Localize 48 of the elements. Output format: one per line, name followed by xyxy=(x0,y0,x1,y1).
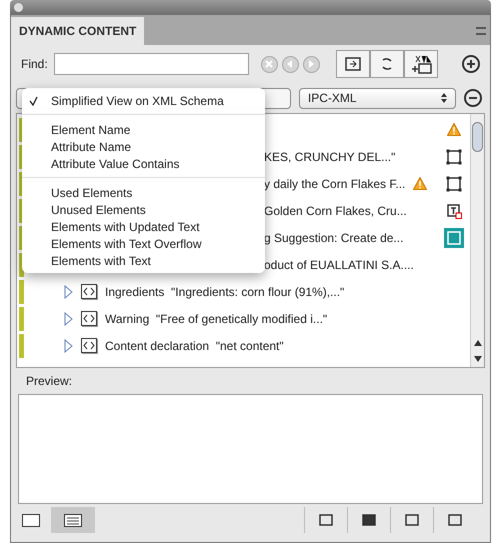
element-icon xyxy=(81,284,97,299)
menu-item[interactable]: Simplified View on XML Schema xyxy=(22,92,265,109)
list-view-icon[interactable] xyxy=(51,507,95,533)
panel-menu-icon[interactable] xyxy=(476,27,486,35)
expand-icon[interactable] xyxy=(64,312,73,326)
frame-icon[interactable] xyxy=(446,176,462,192)
status-bar xyxy=(19,306,24,330)
frame-icon[interactable] xyxy=(446,148,462,164)
menu-item[interactable]: Used Elements xyxy=(22,184,265,201)
stepper-icon[interactable] xyxy=(441,93,448,103)
element-icon xyxy=(81,311,97,326)
element-icon xyxy=(81,338,97,353)
expand-icon[interactable] xyxy=(64,338,73,352)
check-icon xyxy=(29,96,38,106)
close-icon[interactable] xyxy=(14,3,23,12)
element-row-text[interactable]: y daily the Corn Flakes F... xyxy=(264,174,406,192)
preview-label: Preview: xyxy=(26,373,72,390)
find-field[interactable] xyxy=(54,53,249,75)
warning-icon xyxy=(447,123,461,136)
element-row-text[interactable]: Content declaration "net content" xyxy=(105,336,284,354)
panel-tab[interactable]: DYNAMIC CONTENT xyxy=(11,17,144,45)
schema-dropdown[interactable]: IPC-XML xyxy=(298,88,456,108)
menu-item[interactable]: Elements with Text xyxy=(22,252,265,269)
status-bar xyxy=(19,280,24,304)
element-row-text[interactable]: oduct of EUALLATINI S.A.... xyxy=(264,256,414,274)
menu-item[interactable]: Attribute Value Contains xyxy=(22,155,265,172)
find-label: Find: xyxy=(21,56,48,73)
menu-item[interactable]: Attribute Name xyxy=(22,138,265,155)
menu-item[interactable]: Unused Elements xyxy=(22,201,265,218)
remove-icon[interactable] xyxy=(464,89,482,107)
status-bar xyxy=(19,334,24,358)
element-row-text[interactable]: KES, CRUNCHY DEL..." xyxy=(264,148,396,166)
frame-icon[interactable] xyxy=(336,50,370,78)
element-row-text[interactable]: g Suggestion: Create de... xyxy=(264,228,404,246)
expand-icon[interactable] xyxy=(64,284,73,298)
warning-icon xyxy=(413,177,427,190)
xml-frame-icon[interactable] xyxy=(404,50,438,78)
scrollbar[interactable] xyxy=(470,114,484,367)
add-icon[interactable] xyxy=(462,55,480,73)
text-frame-icon[interactable] xyxy=(446,202,462,218)
element-row-text[interactable]: Ingredients "Ingredients: corn flour (91%),..." xyxy=(105,282,344,300)
scroll-thumb[interactable] xyxy=(472,122,483,152)
element-row-text[interactable]: Golden Corn Flakes, Cru... xyxy=(264,202,407,220)
menu-item[interactable]: Element Name xyxy=(22,121,265,138)
menu-item[interactable]: Elements with Text Overflow xyxy=(22,235,265,252)
menu-item[interactable]: Elements with Updated Text xyxy=(22,218,265,235)
refresh-icon[interactable] xyxy=(370,50,404,78)
element-row-text[interactable]: Warning "Free of genetically modified i..." xyxy=(105,310,328,328)
